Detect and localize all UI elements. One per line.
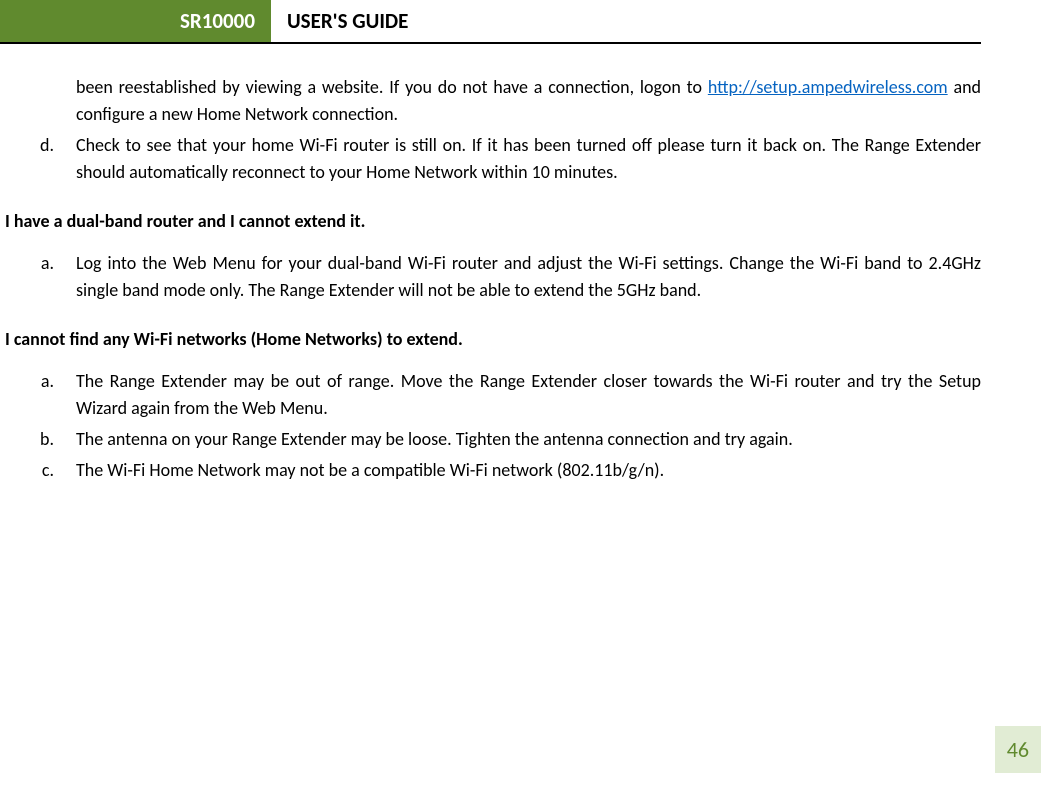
continuation-text: been reestablished by viewing a website.…	[76, 74, 981, 128]
model-badge: SR10000	[0, 0, 271, 42]
sec2-item-a: a. The Range Extender may be out of rang…	[0, 368, 981, 422]
fragment-pre: been reestablished by viewing a website.…	[76, 76, 708, 98]
doc-title: USER'S GUIDE	[271, 0, 424, 42]
sec2-text-c: The Wi-Fi Home Network may not be a comp…	[76, 457, 981, 484]
sec2-item-c: c. The Wi-Fi Home Network may not be a c…	[0, 457, 981, 484]
sec2-item-b: b. The antenna on your Range Extender ma…	[0, 426, 981, 453]
sec2-text-a: The Range Extender may be out of range. …	[76, 368, 981, 422]
heading-dual-band: I have a dual-band router and I cannot e…	[5, 210, 981, 232]
heading-cannot-find: I cannot find any Wi-Fi networks (Home N…	[5, 328, 981, 350]
sec1-text-a: Log into the Web Menu for your dual-band…	[76, 250, 981, 304]
sec1-marker-a: a.	[0, 250, 76, 304]
list-item-continuation: been reestablished by viewing a website.…	[0, 74, 981, 128]
sec2-marker-c: c.	[0, 457, 76, 484]
page-header: SR10000 USER'S GUIDE	[0, 0, 981, 44]
page-content: been reestablished by viewing a website.…	[0, 44, 1041, 484]
page-number: 46	[995, 726, 1041, 773]
setup-link[interactable]: http://setup.ampedwireless.com	[708, 76, 948, 98]
sec2-text-b: The antenna on your Range Extender may b…	[76, 426, 981, 453]
sec1-item-a: a. Log into the Web Menu for your dual-b…	[0, 250, 981, 304]
list-marker-empty	[0, 74, 76, 128]
sec2-marker-b: b.	[0, 426, 76, 453]
text-d: Check to see that your home Wi-Fi router…	[76, 132, 981, 186]
list-item-d: d. Check to see that your home Wi-Fi rou…	[0, 132, 981, 186]
sec2-marker-a: a.	[0, 368, 76, 422]
marker-d: d.	[0, 132, 76, 186]
